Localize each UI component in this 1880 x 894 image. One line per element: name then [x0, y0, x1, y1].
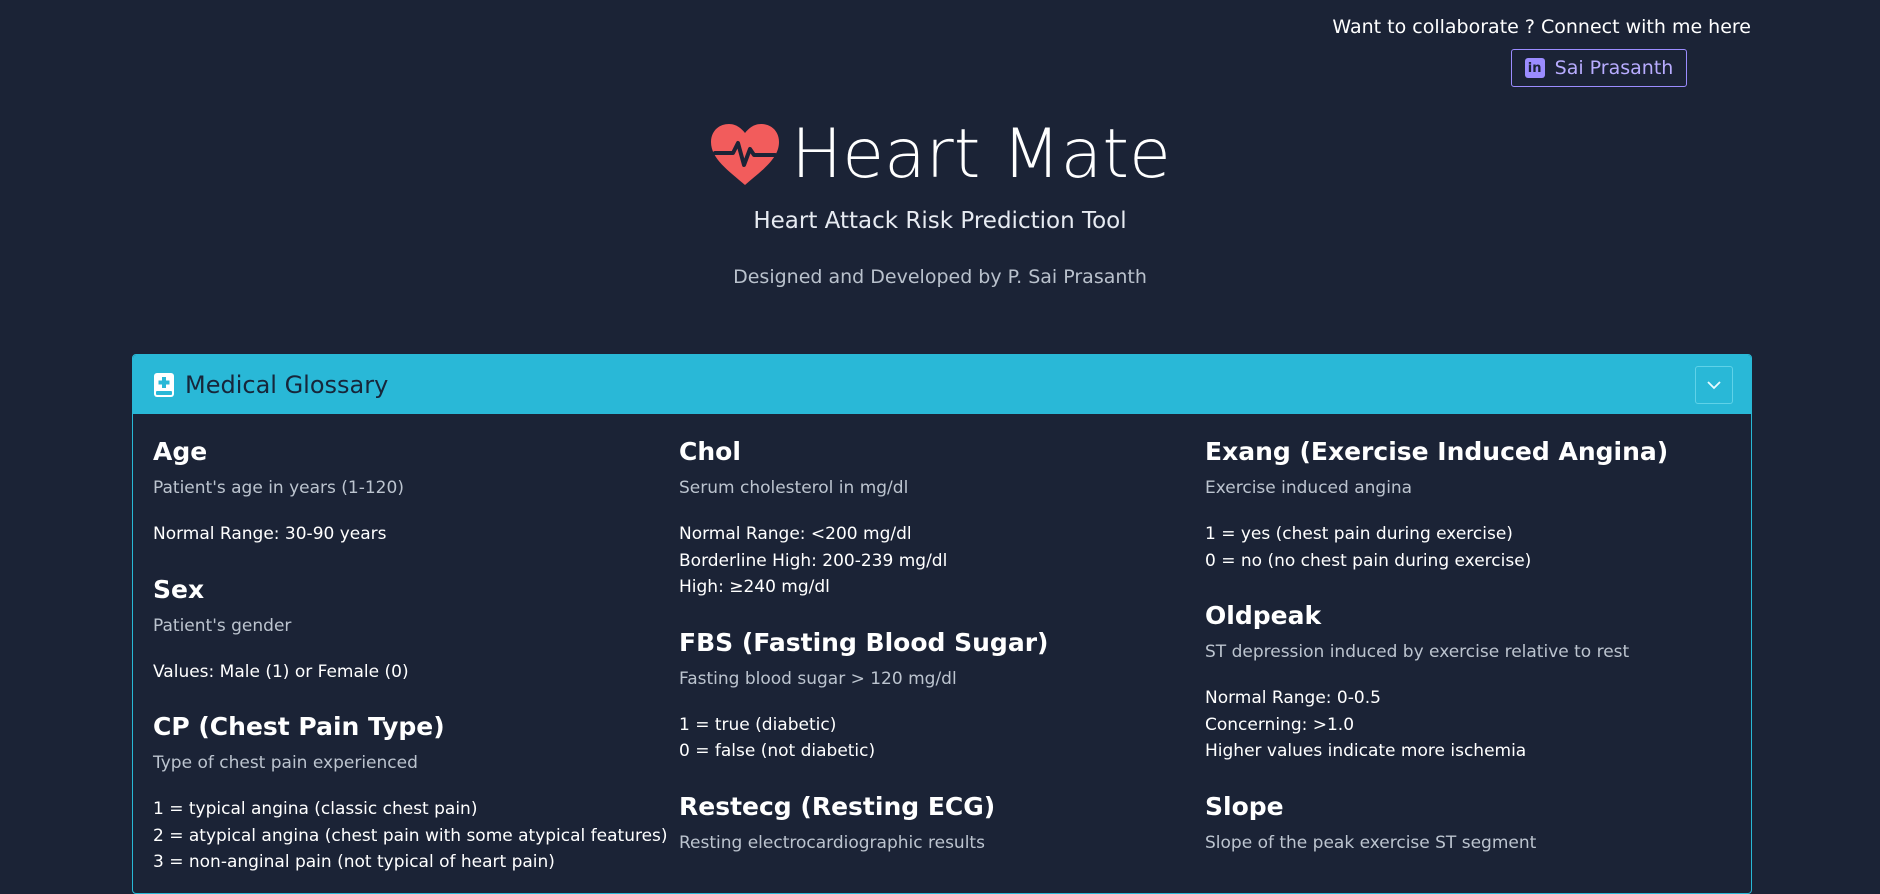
- glossary-term: FBS (Fasting Blood Sugar) Fasting blood s…: [679, 627, 1205, 765]
- term-heading: FBS (Fasting Blood Sugar): [679, 627, 1049, 657]
- term-heading: Age: [153, 437, 208, 466]
- term-detail-line: High: ≥240 mg/dl: [679, 577, 830, 597]
- glossary-column: Age Patient's age in years (1-120) Normal …: [153, 436, 679, 893]
- glossary-column: Exang (Exercise Induced Angina) Exercise …: [1205, 436, 1731, 893]
- term-details: Values: Male (1) or Female (0): [153, 659, 679, 686]
- linkedin-button[interactable]: in Sai Prasanth: [1510, 49, 1688, 87]
- term-detail-line: Values: Male (1) or Female (0): [153, 661, 409, 682]
- app-credit: Designed and Developed by P. Sai Prasant…: [733, 266, 1147, 288]
- term-detail-line: Concerning: >1.0: [1205, 714, 1355, 735]
- term-heading: Chol: [679, 437, 741, 466]
- term-description: ST depression induced by exercise relati…: [1205, 642, 1630, 662]
- glossary-title: Medical Glossary: [185, 370, 389, 399]
- heart-pulse-icon: [711, 124, 780, 185]
- term-heading: Exang (Exercise Induced Angina): [1205, 437, 1669, 466]
- term-detail-line: 2 = atypical angina (chest pain with som…: [153, 825, 668, 846]
- collaborate-text: Want to collaborate ? Connect with me he…: [1332, 16, 1751, 38]
- app-title: Heart Mate: [709, 115, 1171, 195]
- glossary-header[interactable]: Medical Glossary: [133, 355, 1751, 414]
- hero-header: Heart Mate: [0, 115, 1880, 195]
- term-detail-line: 0 = no (no chest pain during exercise): [1205, 550, 1532, 571]
- linkedin-label: Sai Prasanth: [1554, 57, 1674, 79]
- term-detail-line: Normal Range: 0-0.5: [1205, 688, 1381, 708]
- glossary-term: Slope Slope of the peak exercise ST segme…: [1205, 791, 1731, 854]
- term-description: Patient's gender: [153, 615, 292, 636]
- term-description: Serum cholesterol in mg/dl: [679, 478, 909, 498]
- term-description: Fasting blood sugar > 120 mg/dl: [679, 668, 957, 689]
- glossary-term: CP (Chest Pain Type) Type of chest pain e…: [153, 711, 679, 876]
- term-detail-line: Higher values indicate more ischemia: [1205, 741, 1527, 761]
- term-detail-line: Normal Range: <200 mg/dl: [679, 524, 912, 544]
- medical-book-icon: [154, 372, 174, 397]
- glossary-column: Chol Serum cholesterol in mg/dl Normal Ran…: [679, 436, 1205, 893]
- term-heading: Sex: [153, 574, 205, 604]
- collaborate-section: Want to collaborate ? Connect with me he…: [1331, 14, 1751, 87]
- term-detail-line: Borderline High: 200-239 mg/dl: [679, 550, 948, 571]
- collapse-toggle-button[interactable]: [1695, 365, 1733, 404]
- term-detail-line: 0 = false (not diabetic): [679, 741, 876, 761]
- term-heading: Restecg (Resting ECG): [679, 791, 996, 821]
- term-detail-line: 1 = yes (chest pain during exercise): [1205, 524, 1513, 544]
- linkedin-icon: in: [1524, 58, 1545, 78]
- chevron-down-icon: [1707, 380, 1721, 389]
- term-detail-line: Normal Range: 30-90 years: [153, 524, 387, 544]
- term-heading: Oldpeak: [1205, 601, 1322, 630]
- term-description: Slope of the peak exercise ST segment: [1205, 832, 1537, 853]
- term-description: Resting electrocardiographic results: [679, 832, 985, 853]
- term-description: Exercise induced angina: [1205, 478, 1413, 498]
- term-detail-line: 1 = true (diabetic): [679, 714, 837, 735]
- app-subtitle: Heart Attack Risk Prediction Tool: [753, 208, 1127, 234]
- term-heading: CP (Chest Pain Type): [153, 712, 445, 741]
- term-heading: Slope: [1205, 791, 1284, 821]
- glossary-body: Age Patient's age in years (1-120) Normal …: [133, 414, 1751, 893]
- medical-glossary-panel: Medical Glossary Age Patient's age in yea…: [132, 354, 1752, 894]
- term-details: Normal Range: 0-0.5 Concerning: >1.0 Highe…: [1205, 685, 1731, 765]
- glossary-term: Restecg (Resting ECG) Resting electrocard…: [679, 791, 1205, 854]
- glossary-term: Sex Patient's gender Values: Male (1) or F…: [153, 574, 679, 686]
- term-details: 1 = typical angina (classic chest pain) 2…: [153, 796, 679, 876]
- term-description: Patient's age in years (1-120): [153, 478, 404, 498]
- glossary-term: Exang (Exercise Induced Angina) Exercise …: [1205, 436, 1731, 574]
- term-details: 1 = yes (chest pain during exercise) 0 = …: [1205, 521, 1731, 574]
- term-details: Normal Range: 30-90 years: [153, 521, 679, 548]
- term-description: Type of chest pain experienced: [153, 753, 418, 773]
- glossary-term: Age Patient's age in years (1-120) Normal …: [153, 436, 679, 548]
- term-details: Normal Range: <200 mg/dl Borderline High:…: [679, 521, 1205, 601]
- glossary-term: Chol Serum cholesterol in mg/dl Normal Ran…: [679, 436, 1205, 601]
- term-detail-line: 1 = typical angina (classic chest pain): [153, 799, 478, 819]
- glossary-term: Oldpeak ST depression induced by exercise…: [1205, 600, 1731, 765]
- app-title-text: Heart Mate: [791, 115, 1171, 194]
- term-details: 1 = true (diabetic) 0 = false (not diabet…: [679, 712, 1205, 765]
